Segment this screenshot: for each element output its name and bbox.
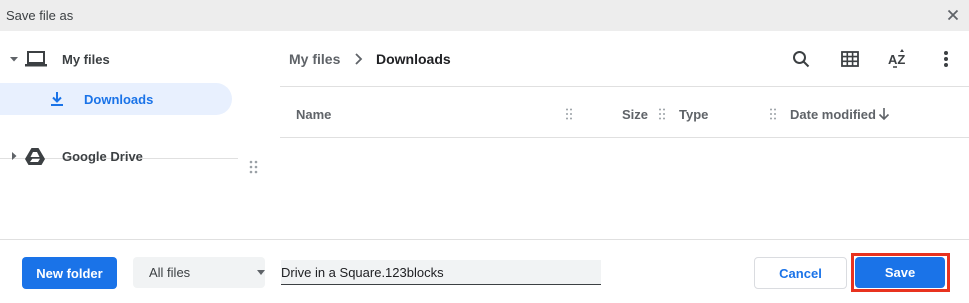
dialog-footer: New folder All files Drive in a Square.1…: [0, 239, 969, 303]
grid-view-button[interactable]: [838, 47, 862, 71]
cancel-button[interactable]: Cancel: [754, 257, 847, 289]
file-type-select[interactable]: All files: [133, 257, 265, 288]
search-button[interactable]: [789, 47, 813, 71]
breadcrumb-bar: My files Downloads AZ: [280, 31, 969, 87]
file-list-empty-area: [280, 139, 969, 239]
column-resize-handle[interactable]: [770, 108, 776, 120]
more-vert-icon: [944, 51, 948, 67]
tree-item-label: Downloads: [84, 92, 154, 107]
collapse-arrow-icon[interactable]: [10, 152, 18, 160]
column-header-date-modified[interactable]: Date modified: [790, 107, 876, 122]
column-resize-handle[interactable]: [659, 108, 665, 120]
new-folder-button[interactable]: New folder: [22, 257, 117, 289]
grid-view-icon: [841, 51, 859, 67]
more-options-button[interactable]: [934, 47, 958, 71]
file-list-header: Name Size Type Date modified: [280, 88, 969, 138]
file-type-select-value: All files: [149, 265, 191, 280]
column-resize-handle[interactable]: [566, 108, 572, 120]
tree-item-downloads[interactable]: Downloads: [0, 83, 232, 115]
breadcrumb-downloads[interactable]: Downloads: [376, 51, 451, 67]
column-header-size[interactable]: Size: [622, 107, 648, 122]
search-icon: [793, 51, 810, 68]
filename-input[interactable]: Drive in a Square.123blocks: [281, 260, 601, 285]
chevron-right-icon: [355, 53, 363, 65]
breadcrumb-my-files[interactable]: My files: [289, 51, 340, 67]
column-header-name[interactable]: Name: [296, 107, 331, 122]
tree-item-my-files[interactable]: My files: [0, 43, 238, 75]
tree-item-label: Google Drive: [62, 149, 143, 164]
title-bar: Save file as: [0, 0, 969, 31]
download-icon: [48, 91, 66, 107]
tree-item-google-drive[interactable]: Google Drive: [0, 140, 238, 172]
sort-button[interactable]: AZ: [886, 47, 910, 71]
dropdown-caret-icon: [257, 270, 265, 275]
sort-az-icon: AZ: [888, 49, 905, 68]
save-button-highlight: [851, 253, 950, 292]
splitter-handle[interactable]: [249, 160, 259, 176]
window-title: Save file as: [6, 8, 74, 23]
column-header-type[interactable]: Type: [679, 107, 708, 122]
close-icon: [947, 9, 959, 21]
expand-arrow-icon[interactable]: [10, 55, 18, 63]
svg-text:AZ: AZ: [888, 52, 905, 67]
laptop-icon: [25, 49, 47, 69]
tree-item-label: My files: [62, 52, 110, 67]
arrow-down-icon[interactable]: [878, 107, 890, 121]
google-drive-icon: [25, 147, 45, 165]
close-button[interactable]: [943, 5, 963, 25]
directory-tree: My files Downloads Google Drive: [0, 31, 280, 239]
